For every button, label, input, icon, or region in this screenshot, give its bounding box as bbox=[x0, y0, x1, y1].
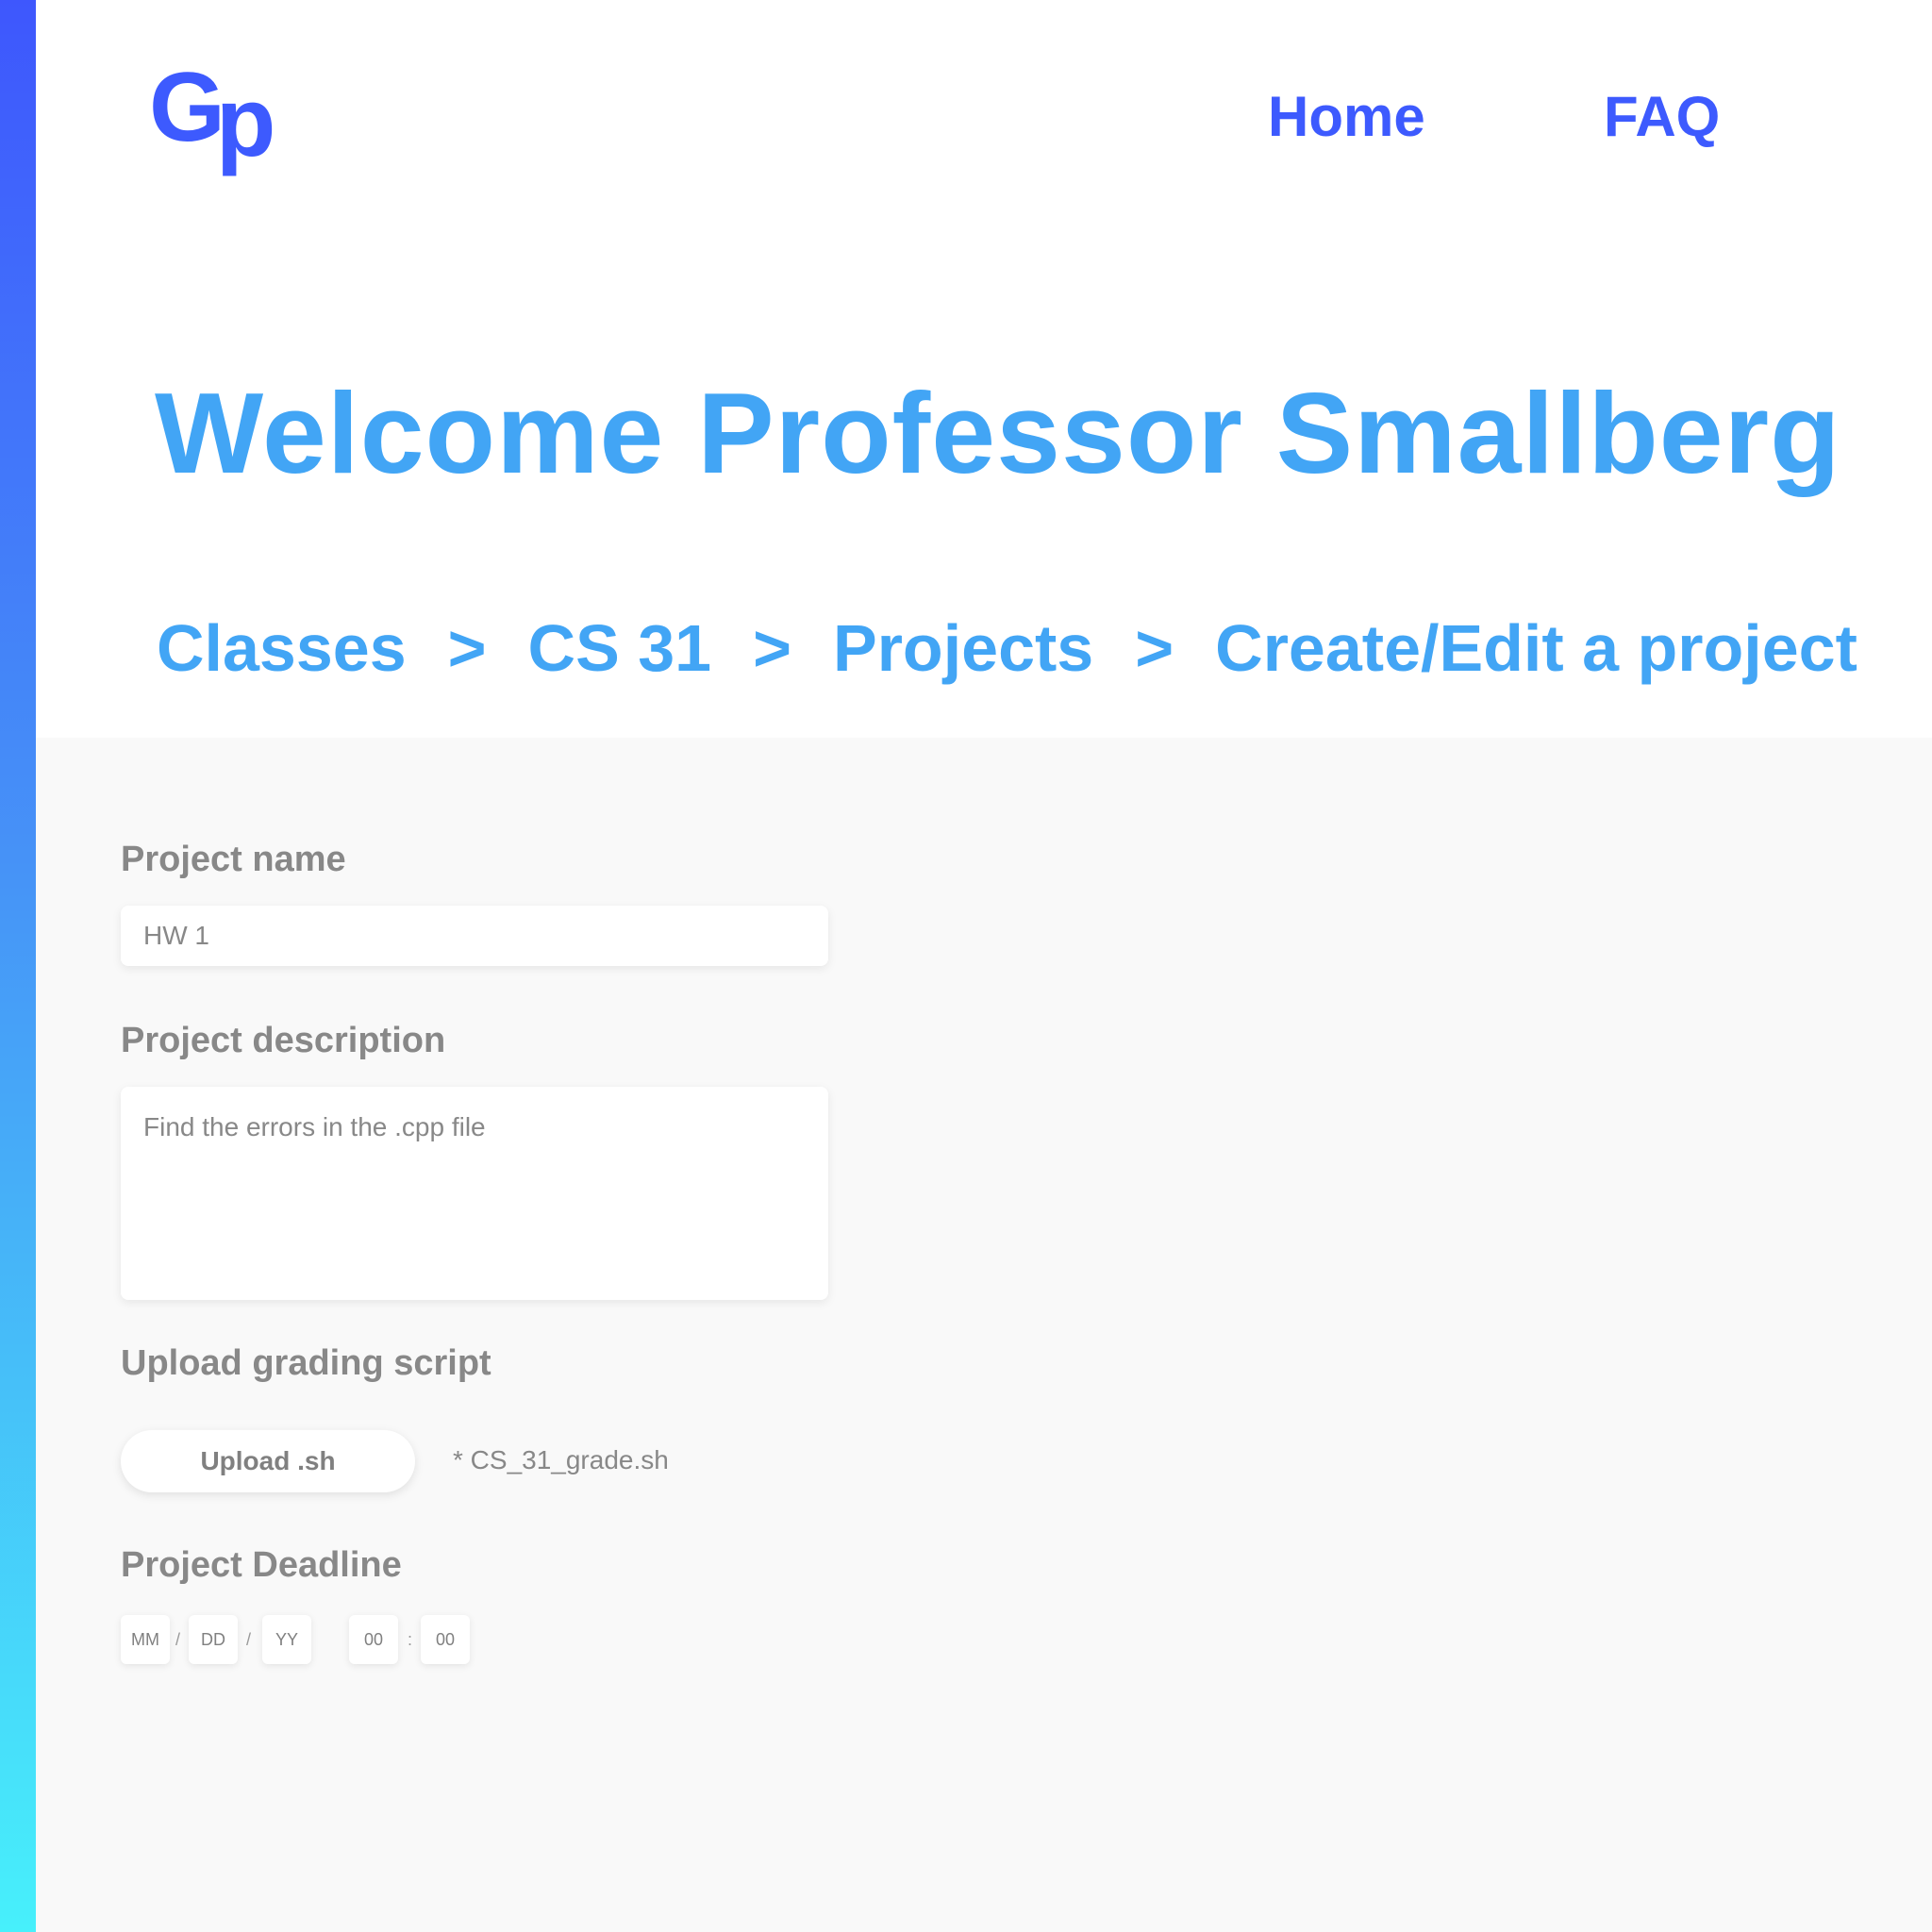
breadcrumb: Classes > CS 31 > Projects > Create/Edit a pro… bbox=[157, 615, 1857, 681]
breadcrumb-separator: > bbox=[447, 611, 487, 685]
breadcrumb-projects[interactable]: Projects bbox=[833, 611, 1093, 685]
page-header: Gp Home FAQ Welcome Professor Smallberg … bbox=[36, 0, 1932, 738]
project-name-label: Project name bbox=[121, 840, 346, 879]
upload-script-label: Upload grading script bbox=[121, 1343, 491, 1383]
date-separator: / bbox=[246, 1630, 252, 1649]
deadline-minute-input[interactable]: 00 bbox=[421, 1615, 470, 1664]
breadcrumb-cs31[interactable]: CS 31 bbox=[528, 611, 712, 685]
project-name-input[interactable]: HW 1 bbox=[121, 906, 828, 966]
breadcrumb-separator: > bbox=[753, 611, 791, 685]
page-title: Welcome Professor Smallberg bbox=[155, 369, 1841, 497]
deadline-day-input[interactable]: DD bbox=[189, 1615, 238, 1664]
nav-faq-link[interactable]: FAQ bbox=[1604, 89, 1720, 145]
time-separator: : bbox=[408, 1630, 413, 1649]
project-description-label: Project description bbox=[121, 1021, 446, 1060]
project-deadline-label: Project Deadline bbox=[121, 1545, 402, 1585]
uploaded-file-name: * CS_31_grade.sh bbox=[453, 1445, 669, 1474]
project-description-textarea[interactable]: Find the errors in the .cpp file bbox=[121, 1087, 828, 1300]
upload-sh-button[interactable]: Upload .sh bbox=[121, 1430, 415, 1492]
deadline-year-input[interactable]: YY bbox=[262, 1615, 311, 1664]
gp-logo[interactable]: Gp bbox=[149, 58, 275, 172]
nav-home-link[interactable]: Home bbox=[1268, 89, 1425, 145]
accent-sidebar bbox=[0, 0, 36, 1932]
date-separator: / bbox=[175, 1630, 181, 1649]
deadline-month-input[interactable]: MM bbox=[121, 1615, 170, 1664]
logo-letter-g: G bbox=[149, 53, 225, 162]
breadcrumb-create-edit-project: Create/Edit a project bbox=[1215, 611, 1857, 685]
breadcrumb-separator: > bbox=[1135, 611, 1174, 685]
logo-letter-p: p bbox=[215, 68, 275, 177]
breadcrumb-classes[interactable]: Classes bbox=[157, 611, 407, 685]
project-form-area: Project name HW 1 Project description Fi… bbox=[36, 738, 1932, 1932]
deadline-hour-input[interactable]: 00 bbox=[349, 1615, 398, 1664]
